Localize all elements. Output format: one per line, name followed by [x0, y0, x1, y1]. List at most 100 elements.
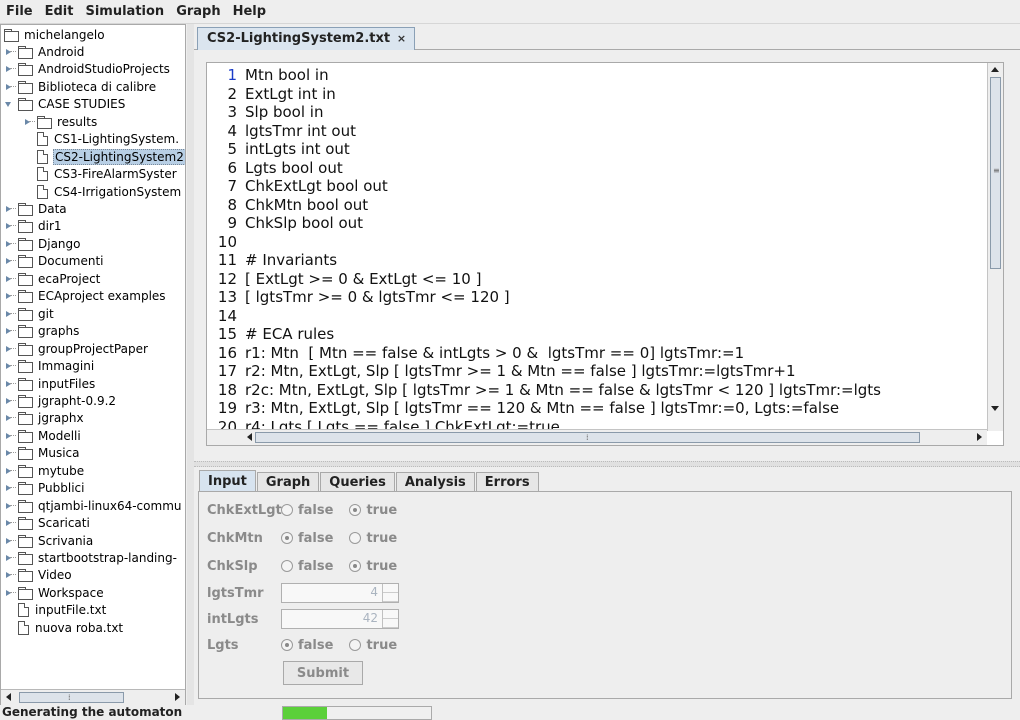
code-line[interactable]: 11 # Invariants — [207, 251, 337, 270]
tree-folder[interactable]: Django — [5, 235, 82, 252]
code-editor[interactable]: 1 Mtn bool in 2 ExtLgt int in 3 Slp bool in 4 l… — [206, 62, 1004, 446]
collapse-icon[interactable] — [5, 396, 16, 406]
line-text[interactable]: Slp bool in — [245, 103, 323, 121]
radio-button[interactable] — [349, 639, 362, 651]
line-text[interactable]: [ ExtLgt >= 0 & ExtLgt <= 10 ] — [245, 270, 481, 288]
tree-folder[interactable]: Workspace — [5, 584, 105, 601]
code-line[interactable]: 17 r2: Mtn, ExtLgt, Slp [ lgtsTmr >= 1 & … — [207, 362, 796, 381]
scroll-right-icon[interactable] — [977, 433, 982, 441]
line-text[interactable]: # ECA rules — [245, 325, 334, 343]
tree-folder[interactable]: inputFiles — [5, 375, 96, 392]
tree-folder[interactable]: Android — [5, 43, 85, 60]
collapse-icon[interactable] — [5, 379, 16, 389]
scrollbar-thumb[interactable]: ≡ — [990, 77, 1001, 269]
line-text[interactable]: r3: Mtn, ExtLgt, Slp [ lgtsTmr == 120 & … — [245, 399, 839, 417]
tree-folder[interactable]: Modelli — [5, 427, 82, 444]
tree-folder[interactable]: Musica — [5, 445, 81, 462]
scroll-down-icon[interactable] — [991, 406, 999, 411]
code-line[interactable]: 7 ChkExtLgt bool out — [207, 177, 388, 196]
line-text[interactable]: intLgts int out — [245, 140, 350, 158]
tree-root[interactable]: michelangelo — [4, 26, 106, 43]
tree-folder[interactable]: jgraphx — [5, 410, 85, 427]
tree-folder[interactable]: AndroidStudioProjects — [5, 61, 171, 78]
tab-analysis[interactable]: Analysis — [395, 472, 475, 492]
code-line[interactable]: 5 intLgts int out — [207, 140, 350, 159]
code-line[interactable]: 1 Mtn bool in — [207, 66, 329, 85]
tree-folder[interactable]: Pubblici — [5, 480, 85, 497]
radio-button[interactable] — [349, 532, 362, 544]
tree-folder[interactable]: ECAproject examples — [5, 288, 167, 305]
tab-queries[interactable]: Queries — [320, 472, 395, 492]
menu-graph[interactable]: Graph — [170, 0, 226, 24]
line-text[interactable]: Mtn bool in — [245, 66, 329, 84]
line-text[interactable]: ChkSlp bool out — [245, 214, 363, 232]
menu-edit[interactable]: Edit — [39, 0, 80, 24]
collapse-icon[interactable] — [5, 221, 16, 231]
tree-folder[interactable]: Video — [5, 567, 73, 584]
collapse-icon[interactable] — [5, 361, 16, 371]
collapse-icon[interactable] — [24, 117, 35, 127]
menu-file[interactable]: File — [0, 0, 39, 24]
tab-errors[interactable]: Errors — [475, 472, 539, 492]
radio-true[interactable]: true — [349, 559, 397, 574]
tree-file[interactable]: CS3-FireAlarmSyster — [24, 166, 178, 183]
tree-folder[interactable]: ecaProject — [5, 270, 101, 287]
scrollbar-thumb[interactable]: ⁞ — [255, 432, 920, 443]
radio-button[interactable] — [349, 560, 362, 572]
code-line[interactable]: 19 r3: Mtn, ExtLgt, Slp [ lgtsTmr == 120 … — [207, 399, 839, 418]
code-line[interactable]: 13 [ lgtsTmr >= 0 & lgtsTmr <= 120 ] — [207, 288, 510, 307]
vertical-splitter[interactable] — [187, 24, 194, 706]
collapse-icon[interactable] — [5, 239, 16, 249]
scroll-left-icon[interactable] — [247, 433, 252, 441]
collapse-icon[interactable] — [5, 256, 16, 266]
line-text[interactable]: [ lgtsTmr >= 0 & lgtsTmr <= 120 ] — [245, 288, 510, 306]
collapse-icon[interactable] — [5, 570, 16, 580]
tree-folder[interactable]: jgrapht-0.9.2 — [5, 392, 117, 409]
collapse-icon[interactable] — [5, 518, 16, 528]
radio-true[interactable]: true — [349, 531, 397, 546]
submit-button[interactable]: Submit — [283, 661, 363, 685]
radio-button[interactable] — [281, 532, 293, 544]
radio-true[interactable]: true — [349, 638, 397, 653]
collapse-icon[interactable] — [5, 309, 16, 319]
tree-file[interactable]: inputFile.txt — [5, 602, 107, 619]
tree-file[interactable]: CS1-LightingSystem. — [24, 131, 180, 148]
code-line[interactable]: 8 ChkMtn bool out — [207, 196, 368, 215]
tree-file[interactable]: CS4-IrrigationSystem — [24, 183, 182, 200]
tree-folder[interactable]: dir1 — [5, 218, 63, 235]
code-line[interactable]: 18 r2c: Mtn, ExtLgt, Slp [ lgtsTmr >= 1 &… — [207, 381, 881, 400]
radio-button[interactable] — [349, 504, 362, 516]
line-text[interactable]: ChkExtLgt bool out — [245, 177, 388, 195]
code-line[interactable]: 4 lgtsTmr int out — [207, 122, 356, 141]
tree-folder[interactable]: groupProjectPaper — [5, 340, 149, 357]
tree-folder[interactable]: CASE STUDIES — [5, 96, 126, 113]
tree-folder[interactable]: Data — [5, 201, 68, 218]
tree-folder[interactable]: graphs — [5, 323, 80, 340]
line-text[interactable]: r1: Mtn [ Mtn == false & intLgts > 0 & l… — [245, 344, 744, 362]
radio-button[interactable] — [281, 504, 293, 516]
editor-vertical-scrollbar[interactable]: ≡ — [987, 63, 1003, 431]
scroll-right-button[interactable] — [169, 690, 185, 705]
code-line[interactable]: 2 ExtLgt int in — [207, 85, 336, 104]
tree-folder[interactable]: mytube — [5, 462, 85, 479]
tree-folder[interactable]: qtjambi-linux64-commu — [5, 497, 182, 514]
collapse-icon[interactable] — [5, 326, 16, 336]
radio-false[interactable]: false — [281, 638, 333, 653]
tree-folder[interactable]: Documenti — [5, 253, 105, 270]
tree-folder[interactable]: Biblioteca di calibre — [5, 78, 157, 95]
collapse-icon[interactable] — [5, 448, 16, 458]
radio-true[interactable]: true — [349, 503, 397, 518]
collapse-icon[interactable] — [5, 82, 16, 92]
line-text[interactable]: ExtLgt int in — [245, 85, 336, 103]
tree-folder[interactable]: Immagini — [5, 358, 95, 375]
collapse-icon[interactable] — [5, 413, 16, 423]
code-line[interactable]: 14 — [207, 307, 245, 326]
tree-folder[interactable]: Scaricati — [5, 515, 91, 532]
tree-folder[interactable]: startbootstrap-landing- — [5, 550, 178, 567]
number-spinner[interactable]: 42 — [281, 609, 399, 629]
scroll-left-button[interactable] — [1, 690, 17, 705]
radio-button[interactable] — [281, 560, 293, 572]
tree-folder[interactable]: Scrivania — [5, 532, 94, 549]
collapse-icon[interactable] — [5, 536, 16, 546]
code-line[interactable]: 16 r1: Mtn [ Mtn == false & intLgts > 0 &… — [207, 344, 744, 363]
